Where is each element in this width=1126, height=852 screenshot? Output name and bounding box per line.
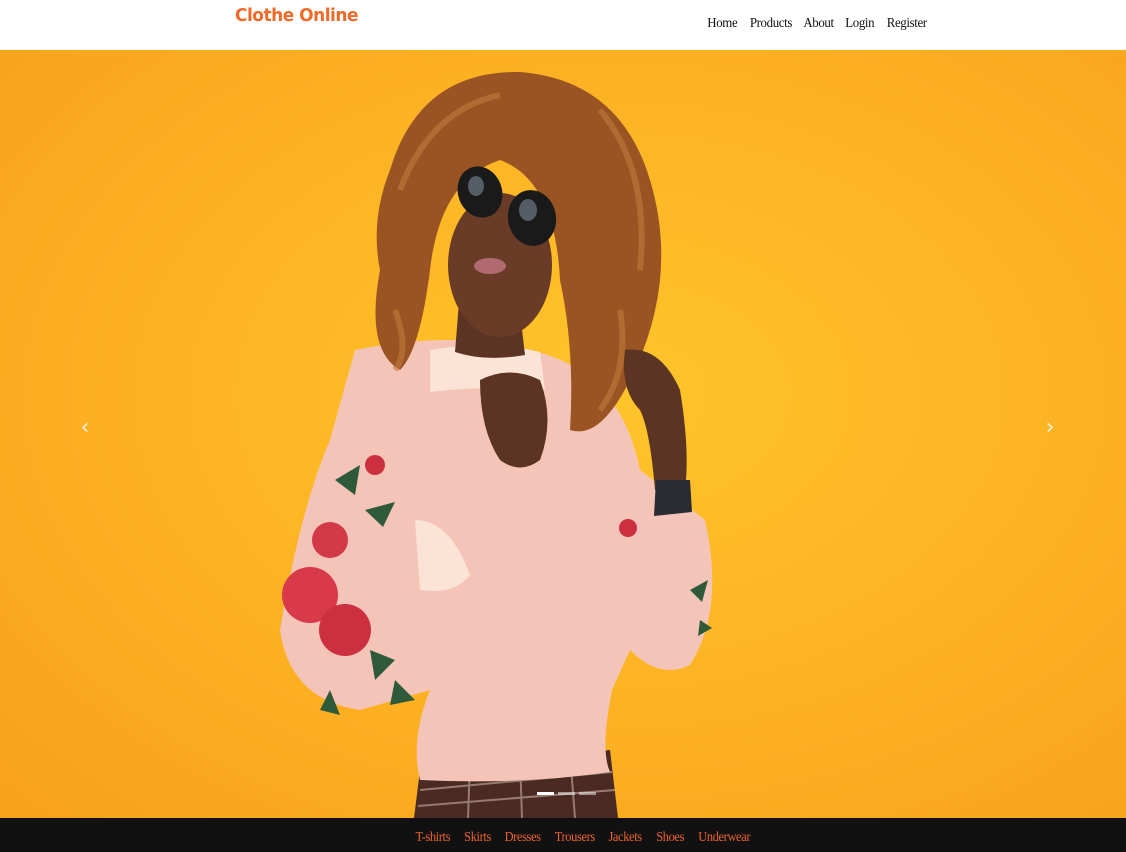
category-item: T-shirts xyxy=(414,828,452,846)
category-item: Dresses xyxy=(503,828,542,846)
main-nav: Home Products About Login Register xyxy=(706,14,928,32)
category-item: Jackets xyxy=(607,828,643,846)
nav-item-products: Products xyxy=(748,14,794,32)
nav-item-login: Login xyxy=(844,14,875,32)
hero-carousel: ‹ › xyxy=(0,50,1126,818)
carousel-next-arrow-icon[interactable]: › xyxy=(1038,413,1062,443)
top-navbar: Clothe Online Home Products About Login … xyxy=(0,0,1126,50)
nav-link-home[interactable]: Home xyxy=(707,16,737,32)
nav-link-about[interactable]: About xyxy=(804,16,835,32)
category-bar: T-shirts Skirts Dresses Trousers Jackets… xyxy=(0,818,1126,852)
category-item: Trousers xyxy=(553,828,597,846)
category-item: Shoes xyxy=(655,828,685,846)
category-link-dresses[interactable]: Dresses xyxy=(504,829,540,845)
hero-image xyxy=(280,71,713,818)
category-item: Skirts xyxy=(463,828,492,846)
nav-link-register[interactable]: Register xyxy=(887,16,927,32)
nav-link-login[interactable]: Login xyxy=(846,16,875,32)
category-link-skirts[interactable]: Skirts xyxy=(464,829,491,845)
category-link-underwear[interactable]: Underwear xyxy=(698,829,750,845)
carousel-indicator-2[interactable] xyxy=(558,792,575,795)
carousel-indicator-3[interactable] xyxy=(579,792,596,795)
category-link-tshirts[interactable]: T-shirts xyxy=(416,829,451,845)
carousel-indicators xyxy=(537,792,596,795)
category-link-shoes[interactable]: Shoes xyxy=(656,829,684,845)
category-link-trousers[interactable]: Trousers xyxy=(555,829,595,845)
category-link-jackets[interactable]: Jackets xyxy=(609,829,643,845)
category-item: Underwear xyxy=(696,828,752,846)
carousel-indicator-1[interactable] xyxy=(537,792,554,795)
nav-item-about: About xyxy=(802,14,835,32)
carousel-prev-arrow-icon[interactable]: ‹ xyxy=(73,413,97,443)
brand-logo[interactable]: Clothe Online xyxy=(235,6,359,27)
nav-link-products[interactable]: Products xyxy=(749,16,792,32)
nav-item-home: Home xyxy=(706,14,739,32)
nav-item-register: Register xyxy=(885,14,928,32)
category-nav: T-shirts Skirts Dresses Trousers Jackets… xyxy=(414,828,752,846)
